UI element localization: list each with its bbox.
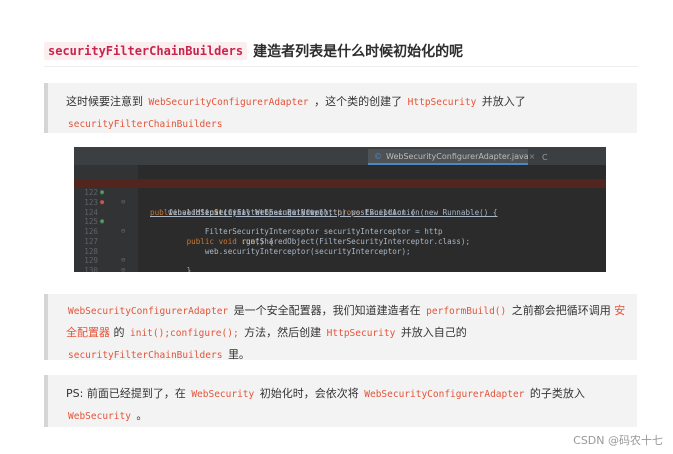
code-line-breakpoint: 122 ● final HttpSecurity http = getHttp(… bbox=[74, 178, 606, 217]
editor-tab-bar: © WebSecurityConfigurerAdapter.java × C bbox=[74, 147, 606, 165]
code-line: 128 ⊖ } bbox=[74, 237, 606, 272]
quote-text: 是一个安全配置器，我们知道建造者在 bbox=[233, 304, 421, 317]
code-screenshot: © WebSecurityConfigurerAdapter.java × C … bbox=[74, 147, 606, 272]
code-line: 123 web.addSecurityFilterChainBuilder(ht… bbox=[74, 188, 606, 217]
inline-code: HttpSecurity bbox=[407, 97, 477, 108]
code-line: 124 ◉ ⊖ public void run() { bbox=[74, 198, 606, 246]
code-line: 130 ⊖ } bbox=[74, 256, 606, 272]
section-heading: securityFilterChainBuilders 建造者列表是什么时候初始… bbox=[44, 36, 638, 67]
blockquote-intro: 这时候要注意到 WebSecurityConfigurerAdapter ，这个… bbox=[44, 83, 637, 133]
inline-code: WebSecurityConfigurerAdapter bbox=[148, 97, 309, 108]
quote-text: ，这个类的创建了 bbox=[314, 95, 403, 108]
heading-title: 建造者列表是什么时候初始化的呢 bbox=[253, 44, 464, 60]
quote-text: 初始化时，会依次将 bbox=[259, 387, 359, 400]
inline-code: WebSecurity bbox=[68, 411, 131, 422]
inline-code: securityFilterChainBuilders bbox=[68, 350, 223, 361]
code-line: 125 FilterSecurityInterceptor securityIn… bbox=[74, 208, 606, 236]
inline-code: WebSecurityConfigurerAdapter bbox=[68, 306, 229, 317]
line-number: 130 bbox=[84, 265, 98, 272]
watermark: CSDN @码农十七 bbox=[573, 434, 663, 447]
editor-tab-label: C bbox=[542, 152, 548, 162]
code-line: 121 ◉ ⊖ public void init(final WebSecuri… bbox=[74, 169, 606, 217]
heading-code: securityFilterChainBuilders bbox=[44, 42, 248, 60]
quote-text: 这时候要注意到 bbox=[66, 95, 143, 108]
quote-text: 之前都会把循环调用 bbox=[511, 304, 611, 317]
code-line: 127 web.securityInterceptor(securityInte… bbox=[74, 227, 606, 256]
code-line: 126 .getSharedObject(FilterSecurityInter… bbox=[74, 217, 606, 246]
code-lines: 121 ◉ ⊖ public void init(final WebSecuri… bbox=[74, 169, 606, 272]
inline-code: WebSecurityConfigurerAdapter bbox=[364, 389, 525, 400]
quote-text: 并放入了 bbox=[481, 95, 526, 108]
quote-text: 并放入自己的 bbox=[400, 326, 467, 339]
code-line: 129 ⊖ }); bbox=[74, 247, 606, 272]
inline-code: securityFilterChainBuilders bbox=[68, 119, 223, 130]
editor-tab-label: WebSecurityConfigurerAdapter.java bbox=[386, 151, 529, 161]
inline-code: performBuild() bbox=[426, 306, 507, 317]
editor-tab[interactable]: C bbox=[536, 149, 606, 165]
quote-text: 里。 bbox=[227, 348, 250, 361]
quote-text: 的子类放入 bbox=[529, 387, 585, 400]
quote-text: 的 bbox=[113, 326, 125, 339]
code-text: } bbox=[150, 265, 192, 272]
quote-text: 方法，然后创建 bbox=[244, 326, 322, 339]
java-class-icon: © bbox=[374, 151, 382, 161]
fold-icon[interactable]: ⊖ bbox=[121, 266, 125, 272]
inline-code: HttpSecurity bbox=[326, 328, 396, 339]
quote-text: PS: 前面已经提到了，在 bbox=[66, 387, 186, 400]
close-icon[interactable]: × bbox=[529, 152, 536, 161]
blockquote-explanation: WebSecurityConfigurerAdapter 是一个安全配置器，我们… bbox=[44, 294, 637, 361]
editor-tab-active[interactable]: © WebSecurityConfigurerAdapter.java × bbox=[368, 149, 535, 165]
quote-text: 。 bbox=[136, 409, 148, 422]
inline-code: init();configure(); bbox=[130, 328, 239, 339]
blockquote-ps: PS: 前面已经提到了，在 WebSecurity 初始化时，会依次将 WebS… bbox=[44, 375, 637, 427]
inline-code: WebSecurity bbox=[191, 389, 255, 400]
